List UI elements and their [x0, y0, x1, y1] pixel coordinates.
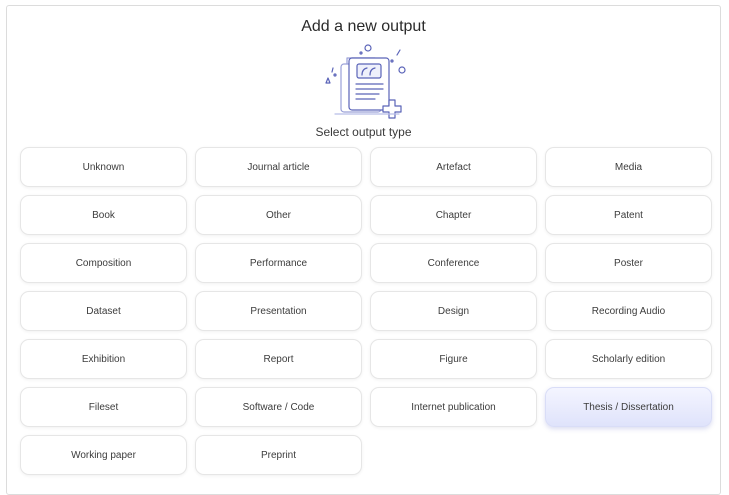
dialog-subtitle: Select output type	[315, 125, 412, 139]
output-type-artefact-button[interactable]: Artefact	[370, 147, 537, 187]
output-type-label: Fileset	[88, 401, 119, 413]
output-type-label: Conference	[427, 257, 480, 269]
output-type-label: Scholarly edition	[591, 353, 666, 365]
output-type-presentation-button[interactable]: Presentation	[195, 291, 362, 331]
output-type-label: Performance	[249, 257, 308, 269]
output-type-dataset-button[interactable]: Dataset	[20, 291, 187, 331]
output-type-label: Artefact	[436, 161, 471, 173]
output-type-report-button[interactable]: Report	[195, 339, 362, 379]
output-type-design-button[interactable]: Design	[370, 291, 537, 331]
output-type-media-button[interactable]: Media	[545, 147, 712, 187]
output-type-label: Unknown	[82, 161, 125, 173]
output-type-label: Exhibition	[81, 353, 126, 365]
output-type-label: Report	[263, 353, 294, 365]
output-type-poster-button[interactable]: Poster	[545, 243, 712, 283]
output-type-label: Journal article	[247, 161, 310, 173]
output-type-label: Design	[437, 305, 470, 317]
output-type-label: Book	[92, 209, 115, 221]
output-type-label: Preprint	[260, 449, 296, 461]
dialog-title: Add a new output	[301, 18, 426, 35]
output-type-recording-audio-button[interactable]: Recording Audio	[545, 291, 712, 331]
output-type-label: Working paper	[71, 449, 136, 461]
output-type-other-button[interactable]: Other	[195, 195, 362, 235]
output-type-internet-publication-button[interactable]: Internet publication	[370, 387, 537, 427]
output-type-label: Dataset	[86, 305, 121, 317]
output-type-exhibition-button[interactable]: Exhibition	[20, 339, 187, 379]
output-type-patent-button[interactable]: Patent	[545, 195, 712, 235]
output-type-journal-article-button[interactable]: Journal article	[195, 147, 362, 187]
output-type-label: Presentation	[250, 305, 307, 317]
output-type-label: Software / Code	[242, 401, 315, 413]
add-output-panel: Add a new output Select output type Unkn…	[6, 5, 721, 495]
output-type-unknown-button[interactable]: Unknown	[20, 147, 187, 187]
output-type-preprint-button[interactable]: Preprint	[195, 435, 362, 475]
output-type-chapter-button[interactable]: Chapter	[370, 195, 537, 235]
output-type-label: Thesis / Dissertation	[583, 401, 674, 413]
document-with-quotes-and-plus-icon	[319, 42, 414, 124]
output-type-label: Internet publication	[411, 401, 496, 413]
output-type-label: Recording Audio	[591, 305, 666, 317]
output-type-label: Media	[614, 161, 643, 173]
output-type-conference-button[interactable]: Conference	[370, 243, 537, 283]
output-type-thesis-dissertation-button[interactable]: Thesis / Dissertation	[545, 387, 712, 427]
output-type-figure-button[interactable]: Figure	[370, 339, 537, 379]
output-type-fileset-button[interactable]: Fileset	[20, 387, 187, 427]
output-type-scholarly-edition-button[interactable]: Scholarly edition	[545, 339, 712, 379]
output-type-label: Other	[265, 209, 291, 221]
output-type-label: Chapter	[435, 209, 472, 221]
output-type-composition-button[interactable]: Composition	[20, 243, 187, 283]
output-type-software-code-button[interactable]: Software / Code	[195, 387, 362, 427]
output-type-label: Patent	[614, 209, 643, 221]
output-type-label: Poster	[614, 257, 643, 269]
output-type-grid: Unknown Journal article Artefact Media Book O…	[20, 147, 712, 475]
output-type-book-button[interactable]: Book	[20, 195, 187, 235]
output-type-label: Figure	[439, 353, 468, 365]
output-type-label: Composition	[75, 257, 132, 269]
output-type-working-paper-button[interactable]: Working paper	[20, 435, 187, 475]
output-type-performance-button[interactable]: Performance	[195, 243, 362, 283]
